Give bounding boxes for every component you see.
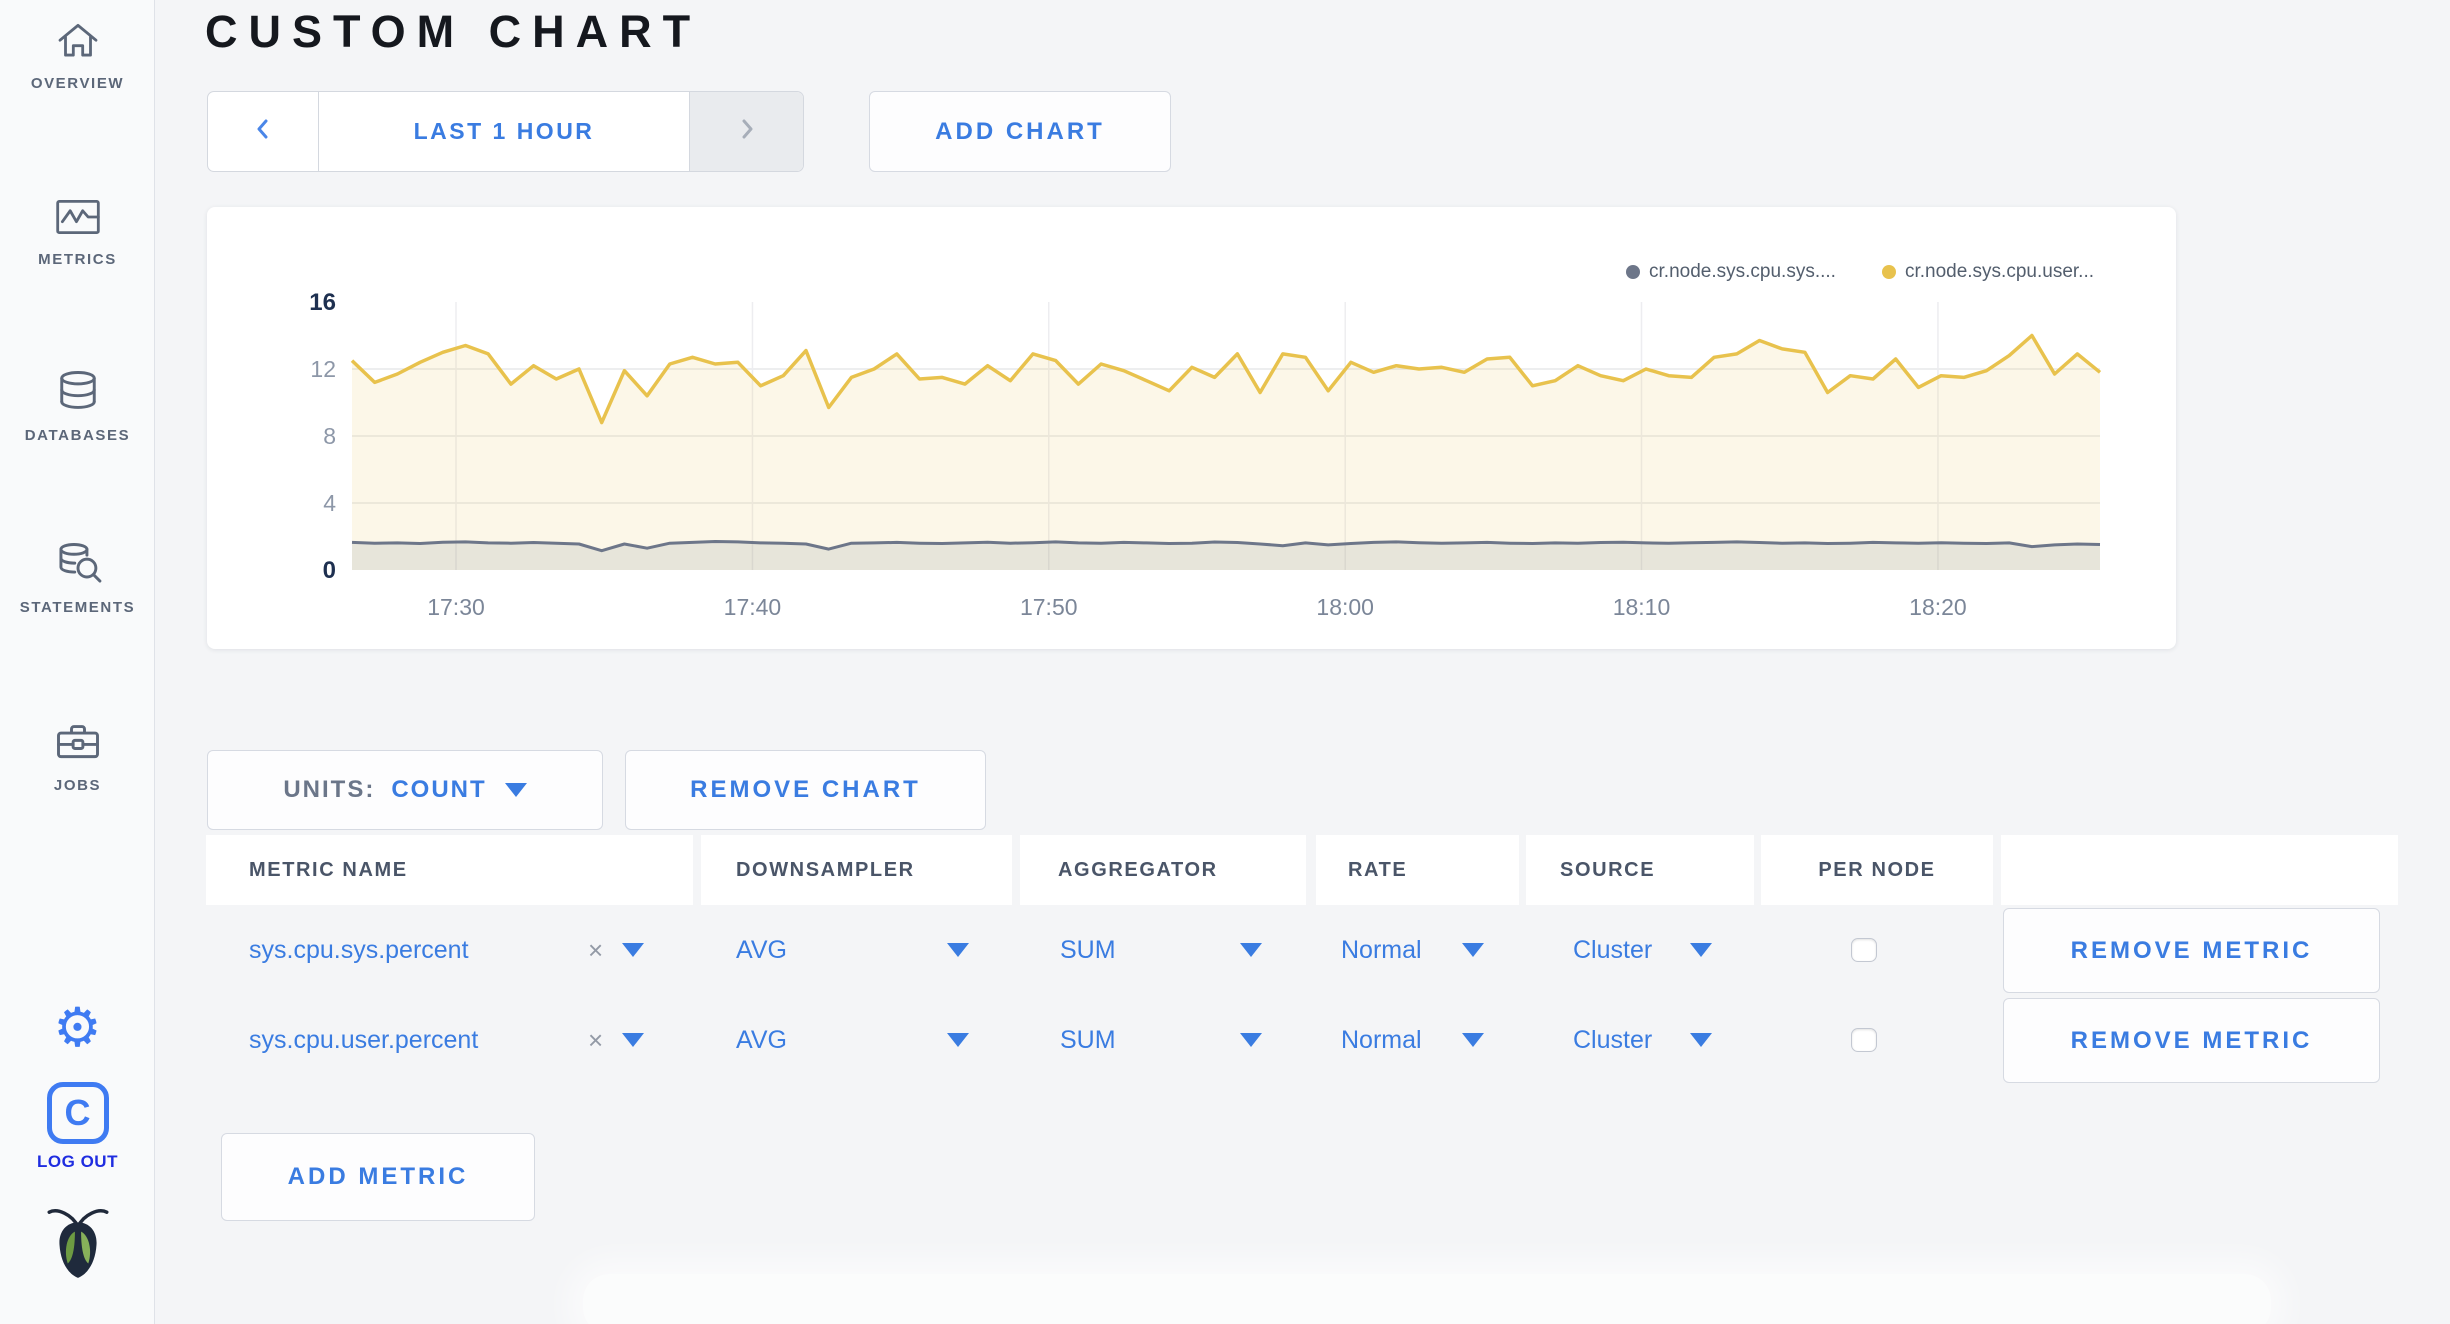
metric-name-dropdown[interactable]: sys.cpu.sys.percent <box>249 936 469 965</box>
sidebar-item-overview[interactable]: OVERVIEW <box>0 16 155 92</box>
legend-label: cr.node.sys.cpu.sys.... <box>1649 261 1836 282</box>
units-dropdown[interactable]: UNITS: COUNT <box>207 750 603 830</box>
svg-text:18:00: 18:00 <box>1316 594 1374 620</box>
logout-button[interactable]: C LOG OUT <box>0 1082 155 1172</box>
time-range-dropdown[interactable]: LAST 1 HOUR <box>319 92 689 171</box>
sidebar-item-label: DATABASES <box>24 427 131 444</box>
statements-icon <box>52 538 104 590</box>
legend-item-user[interactable]: cr.node.sys.cpu.user... <box>1881 261 2094 283</box>
svg-text:17:30: 17:30 <box>427 594 485 620</box>
source-dropdown[interactable]: Cluster <box>1573 1026 1652 1055</box>
remove-metric-button[interactable]: REMOVE METRIC <box>2003 998 2380 1083</box>
add-metric-button[interactable]: ADD METRIC <box>221 1133 535 1221</box>
svg-text:16: 16 <box>309 289 336 316</box>
svg-text:18:20: 18:20 <box>1909 594 1967 620</box>
chevron-down-icon[interactable] <box>622 1033 644 1047</box>
remove-chart-button[interactable]: REMOVE CHART <box>625 750 986 830</box>
chevron-down-icon[interactable] <box>1240 1033 1262 1047</box>
sidebar-item-label: OVERVIEW <box>30 75 125 92</box>
chevron-down-icon[interactable] <box>1462 1033 1484 1047</box>
metric-name-dropdown[interactable]: sys.cpu.user.percent <box>249 1026 478 1055</box>
sidebar-item-label: JOBS <box>53 777 102 794</box>
sidebar-item-jobs[interactable]: JOBS <box>0 716 155 794</box>
downsampler-dropdown[interactable]: AVG <box>736 936 787 965</box>
table-row: sys.cpu.sys.percent × AVG SUM Normal Clu… <box>0 905 2450 995</box>
rate-dropdown[interactable]: Normal <box>1341 1026 1422 1055</box>
column-header-metric-name: METRIC NAME <box>206 835 693 905</box>
sidebar: OVERVIEW METRICS DATABASES STATEMENTS JO… <box>0 0 155 1324</box>
chevron-down-icon[interactable] <box>1462 943 1484 957</box>
chevron-down-icon[interactable] <box>1240 943 1262 957</box>
legend-dot-user <box>1881 265 1896 279</box>
column-header-downsampler: DOWNSAMPLER <box>701 835 1012 905</box>
bug-icon <box>45 1206 111 1282</box>
home-icon <box>53 16 103 66</box>
svg-text:17:40: 17:40 <box>724 594 782 620</box>
sidebar-item-databases[interactable]: DATABASES <box>0 366 155 444</box>
cockroach-bug-logo <box>0 1206 155 1282</box>
time-range-next-button[interactable] <box>689 92 803 171</box>
logout-label: LOG OUT <box>37 1152 118 1171</box>
column-header-actions <box>2001 835 2398 905</box>
per-node-checkbox[interactable] <box>1851 1028 1877 1052</box>
clear-metric-button[interactable]: × <box>588 1027 603 1053</box>
sidebar-item-metrics[interactable]: METRICS <box>0 192 155 268</box>
column-header-aggregator: AGGREGATOR <box>1020 835 1306 905</box>
rate-dropdown[interactable]: Normal <box>1341 936 1422 965</box>
briefcase-icon <box>52 716 104 768</box>
aggregator-dropdown[interactable]: SUM <box>1060 1026 1116 1055</box>
per-node-checkbox[interactable] <box>1851 938 1877 962</box>
chevron-down-icon[interactable] <box>622 943 644 957</box>
chevron-down-icon[interactable] <box>947 943 969 957</box>
cockroach-c-icon: C <box>46 1082 109 1144</box>
svg-text:0: 0 <box>323 557 336 584</box>
remove-metric-button[interactable]: REMOVE METRIC <box>2003 908 2380 993</box>
chevron-down-icon <box>504 783 527 797</box>
column-header-source: SOURCE <box>1526 835 1754 905</box>
database-icon <box>52 366 104 418</box>
metrics-icon <box>53 192 103 242</box>
downsampler-dropdown[interactable]: AVG <box>736 1026 787 1055</box>
chevron-left-icon <box>250 115 276 148</box>
chevron-down-icon[interactable] <box>947 1033 969 1047</box>
next-card-edge <box>583 1274 2271 1324</box>
chart-legend: cr.node.sys.cpu.sys.... cr.node.sys.cpu.… <box>1626 261 2094 283</box>
chevron-down-icon[interactable] <box>1690 943 1712 957</box>
svg-text:18:10: 18:10 <box>1613 594 1671 620</box>
svg-text:4: 4 <box>323 490 336 516</box>
chart-card: 17:30 17:40 17:50 18:00 18:10 18:20 0 4 8 12 16 cr… <box>207 207 2176 649</box>
units-value: COUNT <box>391 776 487 803</box>
clear-metric-button[interactable]: × <box>588 937 603 963</box>
time-range-selector: LAST 1 HOUR <box>207 91 804 172</box>
legend-dot-sys <box>1626 265 1641 279</box>
page-title: CUSTOM CHART <box>205 6 702 57</box>
legend-item-sys[interactable]: cr.node.sys.cpu.sys.... <box>1626 261 1836 283</box>
column-header-per-node: PER NODE <box>1761 835 1993 905</box>
chevron-right-icon <box>734 115 760 148</box>
legend-label: cr.node.sys.cpu.user... <box>1904 261 2094 282</box>
chevron-down-icon[interactable] <box>1690 1033 1712 1047</box>
sidebar-item-label: METRICS <box>38 251 117 268</box>
units-label: UNITS: <box>283 776 376 803</box>
svg-text:17:50: 17:50 <box>1020 594 1078 620</box>
time-range-prev-button[interactable] <box>208 92 319 171</box>
svg-text:12: 12 <box>310 356 336 382</box>
column-header-rate: RATE <box>1316 835 1519 905</box>
aggregator-dropdown[interactable]: SUM <box>1060 936 1116 965</box>
table-row: sys.cpu.user.percent × AVG SUM Normal Cl… <box>0 995 2450 1085</box>
sidebar-item-statements[interactable]: STATEMENTS <box>0 538 155 616</box>
svg-text:8: 8 <box>323 423 336 449</box>
source-dropdown[interactable]: Cluster <box>1573 936 1652 965</box>
sidebar-item-label: STATEMENTS <box>19 599 136 616</box>
add-chart-button[interactable]: ADD CHART <box>869 91 1171 172</box>
